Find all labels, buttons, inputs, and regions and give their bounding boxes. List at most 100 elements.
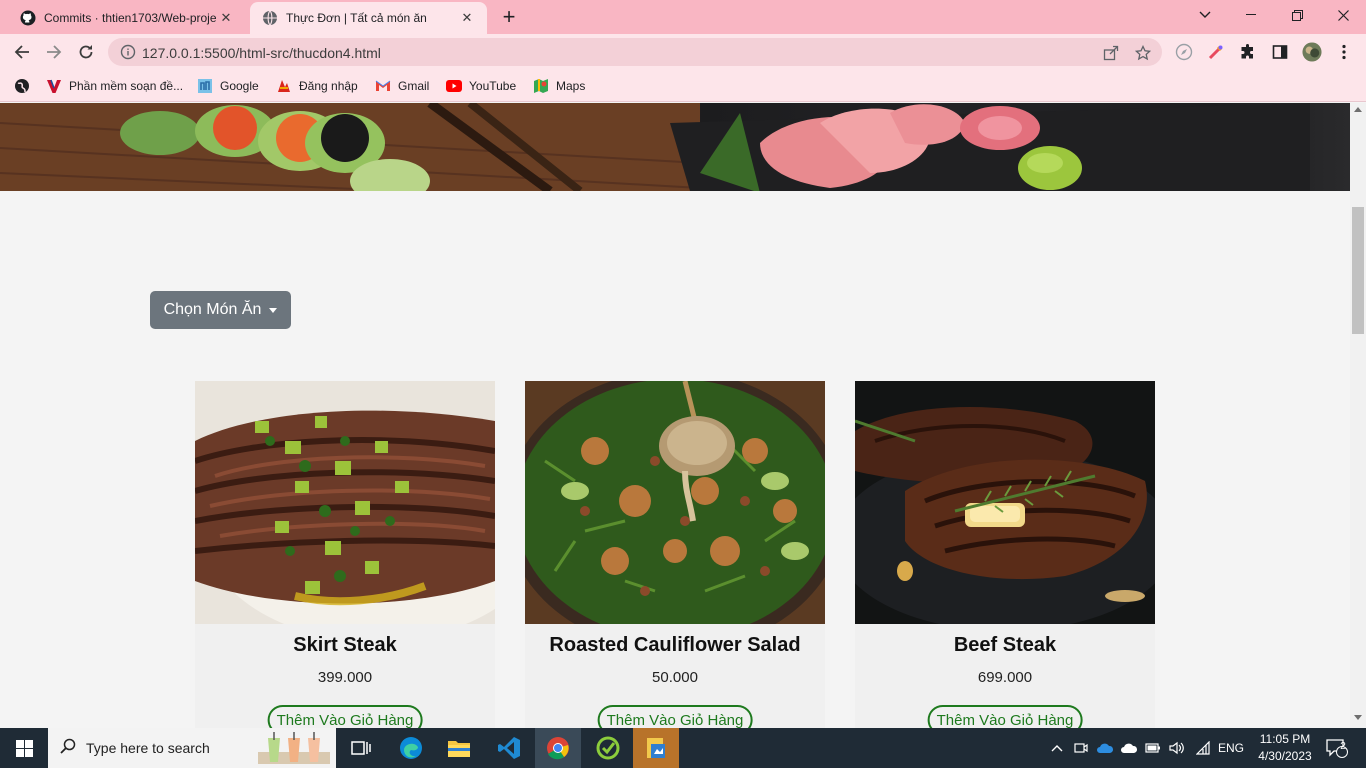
onedrive-blue-cloud-icon[interactable] <box>1094 728 1116 768</box>
scroll-up-icon[interactable] <box>1354 107 1362 112</box>
product-card: Skirt Steak 399.000 Thêm Vào Giỏ Hàng <box>195 381 495 728</box>
page-viewport: Chọn Món Ăn Skirt Steak 399.000 Thêm Vào… <box>0 103 1350 728</box>
chrome-menu-icon[interactable] <box>1334 42 1354 62</box>
google-bookmark-icon <box>197 78 213 94</box>
bookmark-dang-nhap[interactable]: Đăng nhập <box>276 76 358 96</box>
tab-search-icon[interactable] <box>1182 0 1228 30</box>
apps-globe-icon <box>14 78 30 94</box>
login-site-icon <box>276 78 292 94</box>
select-dish-dropdown[interactable]: Chọn Món Ăn <box>150 291 291 329</box>
product-name: Roasted Cauliflower Salad <box>549 634 801 656</box>
beef-steak-photo <box>855 381 1155 624</box>
product-name: Skirt Steak <box>293 634 397 656</box>
close-tab-icon[interactable]: ✕ <box>218 10 234 26</box>
bubble-tea-icon <box>258 732 330 768</box>
share-icon[interactable] <box>1102 44 1120 62</box>
bookmark-phan-mem[interactable]: Phần mềm soạn đề... <box>46 76 183 96</box>
forward-icon[interactable] <box>41 39 67 65</box>
globe-icon <box>262 10 278 26</box>
bookmark-apps[interactable] <box>14 76 37 96</box>
vscode-icon[interactable] <box>486 728 532 768</box>
browser-toolbar: 127.0.0.1:5500/html-src/thucdon4.html <box>0 34 1366 70</box>
site-info-icon[interactable] <box>120 44 136 60</box>
bookmark-label: Google <box>220 79 259 93</box>
extensions-puzzle-icon[interactable] <box>1238 42 1258 62</box>
product-card: Beef Steak 699.000 Thêm Vào Giỏ Hàng <box>855 381 1155 728</box>
volume-icon[interactable] <box>1166 728 1188 768</box>
v-logo-icon <box>46 78 62 94</box>
scrollbar-thumb[interactable] <box>1352 207 1364 334</box>
edge-icon[interactable] <box>388 728 434 768</box>
back-icon[interactable] <box>9 39 35 65</box>
file-explorer-icon[interactable] <box>436 728 482 768</box>
show-hidden-icons-chevron-up-icon[interactable] <box>1046 728 1068 768</box>
input-language-indicator[interactable]: ENG <box>1216 728 1246 768</box>
compass-extension-icon[interactable] <box>1174 42 1194 62</box>
windows-taskbar: Type here to search ENG 11:05 PM 4/30/20… <box>0 728 1366 768</box>
notification-center-icon[interactable]: 2 <box>1322 728 1352 768</box>
tab-commits[interactable]: Commits · thtien1703/Web-proje ✕ <box>8 2 246 34</box>
maps-icon <box>533 78 549 94</box>
meet-now-icon[interactable] <box>1070 728 1092 768</box>
presentation-app-icon[interactable] <box>633 728 679 768</box>
side-panel-icon[interactable] <box>1270 42 1290 62</box>
minimize-icon[interactable] <box>1228 0 1274 30</box>
product-price: 50.000 <box>652 669 698 686</box>
search-icon <box>60 738 76 759</box>
tab-title: Commits · thtien1703/Web-proje <box>44 11 217 25</box>
github-icon <box>20 10 36 26</box>
close-window-icon[interactable] <box>1320 0 1366 30</box>
bookmark-label: Phần mềm soạn đề... <box>69 79 184 93</box>
bookmark-gmail[interactable]: Gmail <box>375 76 429 96</box>
browser-tab-strip: Commits · thtien1703/Web-proje ✕ Thực Đơ… <box>0 0 1366 34</box>
product-name: Beef Steak <box>953 634 1057 656</box>
notification-count: 2 <box>1340 741 1346 752</box>
bookmark-star-icon[interactable] <box>1134 44 1152 62</box>
bookmark-google[interactable]: Google <box>197 76 259 96</box>
task-view-icon[interactable] <box>338 728 384 768</box>
address-bar[interactable]: 127.0.0.1:5500/html-src/thucdon4.html <box>108 38 1162 66</box>
add-to-cart-button[interactable]: Thêm Vào Giỏ Hàng <box>597 705 753 728</box>
clock-date: 4/30/2023 <box>1258 749 1312 763</box>
scroll-down-icon[interactable] <box>1354 715 1362 720</box>
greenshot-icon[interactable] <box>585 728 631 768</box>
bookmark-label: Đăng nhập <box>299 79 358 93</box>
tab-menu[interactable]: Thực Đơn | Tất cả món ăn ✕ <box>250 2 487 34</box>
onedrive-white-cloud-icon[interactable] <box>1118 728 1140 768</box>
new-tab-button[interactable]: + <box>497 6 521 30</box>
bookmarks-bar: Phần mềm soạn đề... Google Đăng nhập Gma… <box>0 70 1366 102</box>
windows-start-icon[interactable] <box>0 728 48 768</box>
dropdown-label: Chọn Món Ăn <box>163 301 262 318</box>
reload-icon[interactable] <box>73 39 99 65</box>
color-picker-extension-icon[interactable] <box>1206 42 1226 62</box>
url-text: 127.0.0.1:5500/html-src/thucdon4.html <box>142 45 381 61</box>
product-card: Roasted Cauliflower Salad 50.000 Thêm Và… <box>525 381 825 728</box>
hero-banner-image <box>0 103 1350 191</box>
add-to-cart-button[interactable]: Thêm Vào Giỏ Hàng <box>267 705 423 728</box>
bookmark-label: YouTube <box>469 79 517 93</box>
system-clock[interactable]: 11:05 PM 4/30/2023 <box>1246 731 1324 765</box>
add-to-cart-button[interactable]: Thêm Vào Giỏ Hàng <box>927 705 1083 728</box>
restore-icon[interactable] <box>1274 0 1320 30</box>
bookmark-label: Gmail <box>398 79 430 93</box>
youtube-icon <box>446 78 462 94</box>
profile-avatar[interactable] <box>1302 42 1322 62</box>
battery-icon[interactable] <box>1142 728 1164 768</box>
bookmark-label: Maps <box>556 79 586 93</box>
tab-title: Thực Đơn | Tất cả món ăn <box>286 11 427 25</box>
product-price: 399.000 <box>317 669 373 686</box>
cauliflower-salad-photo <box>525 381 825 624</box>
clock-time: 11:05 PM <box>1259 732 1311 746</box>
network-icon[interactable] <box>1192 728 1214 768</box>
chrome-taskbar-icon[interactable] <box>535 728 581 768</box>
gmail-icon <box>375 78 391 94</box>
caret-down-icon <box>269 307 278 313</box>
product-price: 699.000 <box>977 669 1033 686</box>
taskbar-search-input[interactable]: Type here to search <box>48 728 336 768</box>
bookmark-youtube[interactable]: YouTube <box>446 76 516 96</box>
search-placeholder: Type here to search <box>86 740 210 756</box>
page-scrollbar[interactable] <box>1350 103 1366 728</box>
skirt-steak-photo <box>195 381 495 624</box>
close-tab-icon[interactable]: ✕ <box>459 10 475 26</box>
bookmark-maps[interactable]: Maps <box>533 76 585 96</box>
